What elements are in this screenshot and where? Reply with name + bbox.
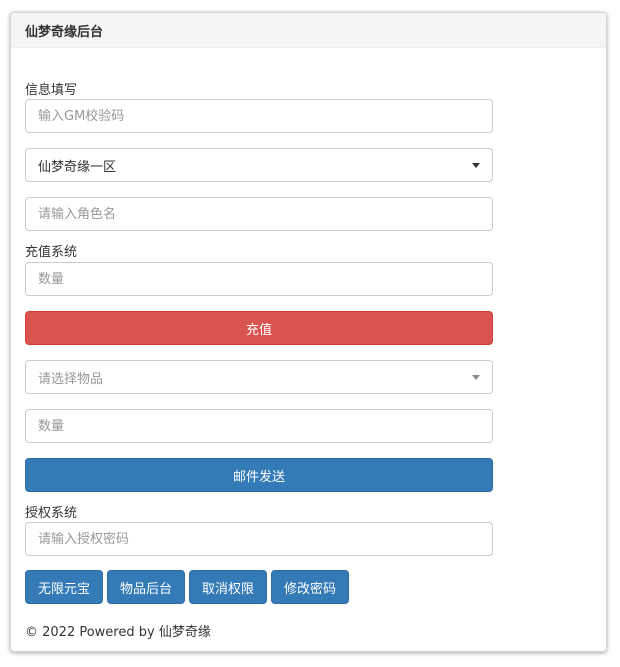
change-password-button[interactable]: 修改密码 [271,570,350,604]
unlimited-ingot-button[interactable]: 无限元宝 [25,570,104,604]
admin-panel: 仙梦奇缘后台 信息填写 仙梦奇缘一区 充值系统 充值 请选择物品 邮件发送 授权… [10,12,607,652]
item-select[interactable]: 请选择物品 [25,360,493,394]
item-select-placeholder: 请选择物品 [38,371,104,387]
role-name-input[interactable] [25,197,493,231]
recharge-amount-input[interactable] [25,262,493,296]
footer-text: © 2022 Powered by 仙梦奇缘 [25,625,211,640]
item-amount-input[interactable] [25,409,493,443]
recharge-section-label: 充值系统 [25,245,78,260]
auth-button-row: 无限元宝 物品后台 取消权限 修改密码 [25,570,350,604]
caret-down-icon [472,162,480,168]
mail-send-button[interactable]: 邮件发送 [25,458,493,492]
server-select-value: 仙梦奇缘一区 [38,159,117,175]
revoke-permission-button[interactable]: 取消权限 [189,570,268,604]
item-backend-button[interactable]: 物品后台 [107,570,186,604]
recharge-button[interactable]: 充值 [25,311,493,345]
server-select[interactable]: 仙梦奇缘一区 [25,148,493,182]
caret-down-icon [472,374,480,380]
auth-password-input[interactable] [25,522,493,556]
gm-code-input[interactable] [25,99,493,133]
auth-section-label: 授权系统 [25,506,78,521]
panel-title: 仙梦奇缘后台 [25,24,104,40]
info-section-label: 信息填写 [25,83,78,98]
panel-heading: 仙梦奇缘后台 [11,13,606,48]
